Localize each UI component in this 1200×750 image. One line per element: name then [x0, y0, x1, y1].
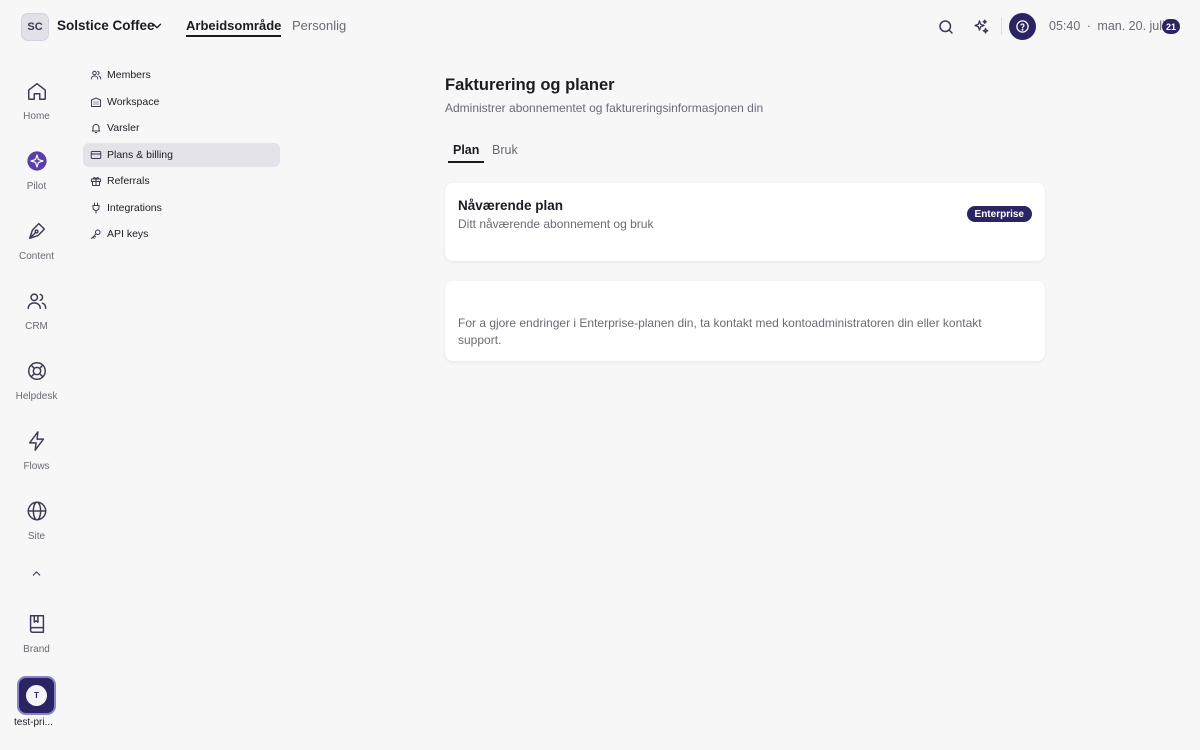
rail-item-pilot[interactable]: Pilot: [0, 150, 73, 210]
rail-label-home: Home: [23, 111, 50, 122]
bell-icon: [91, 124, 101, 133]
tab-personal[interactable]: Personlig: [292, 18, 346, 33]
users-icon: [27, 293, 46, 310]
plug-icon: [92, 202, 100, 214]
calendar-day-badge[interactable]: 21: [1162, 19, 1180, 34]
settings-nav-workspace[interactable]: Workspace: [83, 90, 280, 114]
current-plan-subtitle: Ditt nåværende abonnement og bruk: [458, 217, 654, 231]
lifebuoy-icon: [27, 362, 46, 380]
settings-nav-notifications[interactable]: Varsler: [83, 116, 280, 140]
settings-nav-label: Workspace: [107, 96, 160, 108]
settings-nav-integrations[interactable]: Integrations: [83, 196, 280, 220]
pilot-icon: [26, 151, 47, 171]
settings-nav-referrals[interactable]: Referrals: [83, 169, 280, 193]
chevron-down-icon[interactable]: [150, 19, 164, 33]
current-plan-card: Nåværende plan Ditt nåværende abonnement…: [445, 183, 1045, 261]
rail-label-pilot: Pilot: [26, 181, 47, 192]
chevron-up-icon[interactable]: [30, 567, 43, 580]
settings-nav-label: API keys: [107, 228, 149, 240]
page-title: Fakturering og planer: [445, 76, 615, 94]
clock-separator: ·: [1086, 19, 1091, 33]
workspace-avatar[interactable]: SC: [21, 13, 49, 41]
tab-usage[interactable]: Bruk: [487, 143, 523, 157]
workspace-name[interactable]: Solstice Coffee: [57, 18, 155, 33]
top-bar: SC Solstice Coffee Arbeidsområde Personl…: [0, 0, 1200, 54]
settings-nav-label: Integrations: [107, 202, 162, 214]
user-avatar: T: [26, 685, 47, 706]
help-icon: [1016, 20, 1029, 33]
search-icon[interactable]: [937, 18, 955, 36]
settings-nav-label: Plans & billing: [107, 149, 173, 161]
help-button[interactable]: [1009, 13, 1036, 40]
rail-label-content: Content: [18, 251, 55, 262]
pen-icon: [28, 222, 45, 240]
settings-nav-api-keys[interactable]: API keys: [83, 222, 280, 246]
rail-item-crm[interactable]: CRM: [0, 290, 73, 350]
rail-item-site[interactable]: Site: [0, 500, 73, 560]
rail-label-flows: Flows: [23, 461, 50, 472]
current-plan-title: Nåværende plan: [458, 198, 564, 213]
plan-badge: Enterprise: [966, 206, 1032, 222]
rail-label-site: Site: [27, 531, 46, 542]
clock-date: man. 20. juli: [1097, 19, 1165, 33]
settings-nav-plans-billing[interactable]: Plans & billing: [83, 143, 280, 167]
rail-item-flows[interactable]: Flows: [0, 430, 73, 490]
globe-icon: [27, 501, 46, 521]
rail-item-home[interactable]: Home: [0, 80, 73, 140]
members-icon: [90, 70, 102, 80]
plan-info-card: For a gjore endringer i Enterprise-plane…: [445, 281, 1045, 361]
key-icon: [91, 229, 101, 239]
rail-label-brand: Brand: [23, 644, 50, 655]
book-icon: [29, 615, 44, 633]
rail-item-brand[interactable]: Brand: [0, 613, 73, 673]
user-name: test-pri...: [14, 717, 53, 728]
toolbar-divider: [1001, 17, 1002, 35]
card-icon: [90, 151, 102, 159]
gift-icon: [91, 177, 101, 186]
rail-label-crm: CRM: [25, 321, 48, 332]
page-subtitle: Administrer abonnementet og fakturerings…: [445, 101, 764, 115]
user-menu-button[interactable]: T: [17, 676, 56, 715]
clock-time: 05:40: [1049, 19, 1081, 33]
clock: 05:40 · man. 20. juli: [1049, 19, 1165, 33]
rail-item-helpdesk[interactable]: Helpdesk: [0, 360, 73, 420]
rail-item-content[interactable]: Content: [0, 220, 73, 280]
tab-workspace[interactable]: Arbeidsområde: [186, 18, 282, 37]
home-icon: [27, 82, 46, 100]
rail-label-helpdesk: Helpdesk: [15, 391, 58, 402]
settings-nav-label: Referrals: [107, 175, 150, 187]
building-icon: [91, 97, 101, 107]
tab-plan[interactable]: Plan: [448, 143, 485, 163]
sparkles-icon[interactable]: [972, 18, 990, 36]
plan-info-text: For a gjore endringer i Enterprise-plane…: [458, 316, 982, 347]
bolt-icon: [28, 431, 44, 451]
settings-nav-label: Varsler: [107, 122, 140, 134]
settings-nav-members[interactable]: Members: [83, 63, 280, 87]
settings-nav-label: Members: [107, 69, 151, 81]
